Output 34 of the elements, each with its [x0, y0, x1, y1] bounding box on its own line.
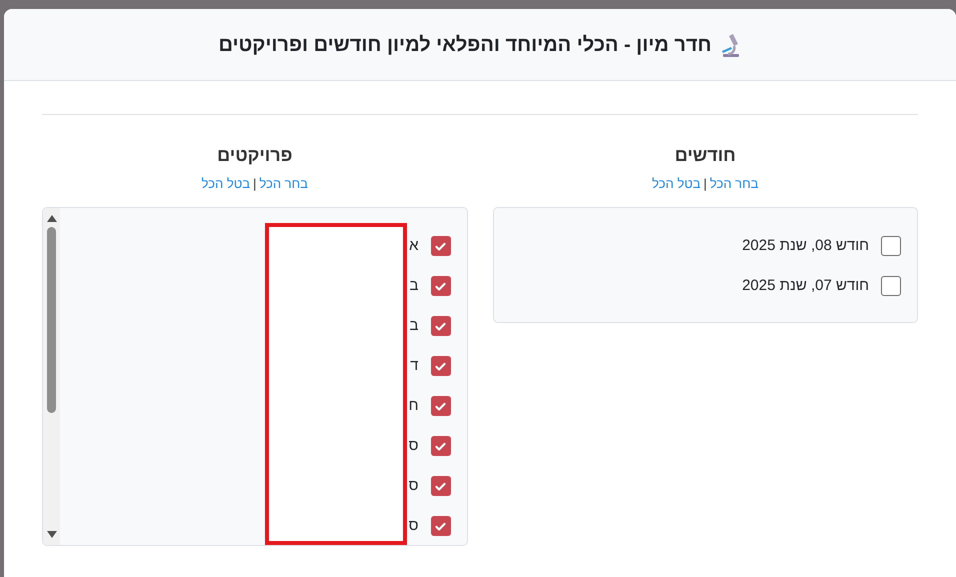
select-all-link[interactable]: בחר הכל	[259, 174, 308, 194]
checkbox[interactable]	[430, 316, 450, 336]
scrollbar-thumb[interactable]	[47, 227, 56, 413]
checkbox[interactable]	[430, 516, 450, 536]
option-label: ב	[410, 276, 418, 296]
clear-all-link[interactable]: בטל הכל	[652, 174, 700, 194]
option-label: ס	[408, 516, 418, 536]
checkbox[interactable]	[430, 276, 450, 296]
separator-text: |	[703, 175, 707, 194]
checkbox[interactable]	[430, 236, 450, 256]
column-heading: חודשים	[674, 144, 737, 167]
checkbox[interactable]	[430, 356, 450, 376]
checkbox[interactable]	[881, 236, 901, 256]
column-heading: פרויקטים	[216, 144, 294, 167]
option-label: חודש 08, שנת 2025	[742, 236, 869, 256]
modal-title: חדר מיון - הכלי המיוחד והפלאי למיון חודשים ופרויקטים	[218, 32, 712, 58]
checkbox[interactable]	[430, 436, 450, 456]
checkbox[interactable]	[430, 476, 450, 496]
scroll-down-icon[interactable]	[46, 531, 56, 538]
option-label: חודש 07, שנת 2025	[742, 276, 869, 296]
option-label: ס	[408, 476, 418, 496]
scrollbar[interactable]	[43, 208, 60, 545]
option-label: ס	[408, 436, 418, 456]
option-label: א	[409, 236, 418, 256]
option-label: ח	[408, 396, 418, 416]
select-all-link[interactable]: בחר הכל	[710, 174, 758, 194]
option-label: ד	[410, 356, 418, 376]
microscope-icon	[720, 32, 742, 56]
separator-text: |	[252, 175, 256, 194]
option-label: ב	[410, 316, 418, 336]
scroll-up-icon[interactable]	[46, 215, 56, 222]
clear-all-link[interactable]: בטל הכל	[202, 174, 250, 194]
checkbox[interactable]	[881, 276, 901, 296]
checkbox[interactable]	[430, 396, 450, 416]
